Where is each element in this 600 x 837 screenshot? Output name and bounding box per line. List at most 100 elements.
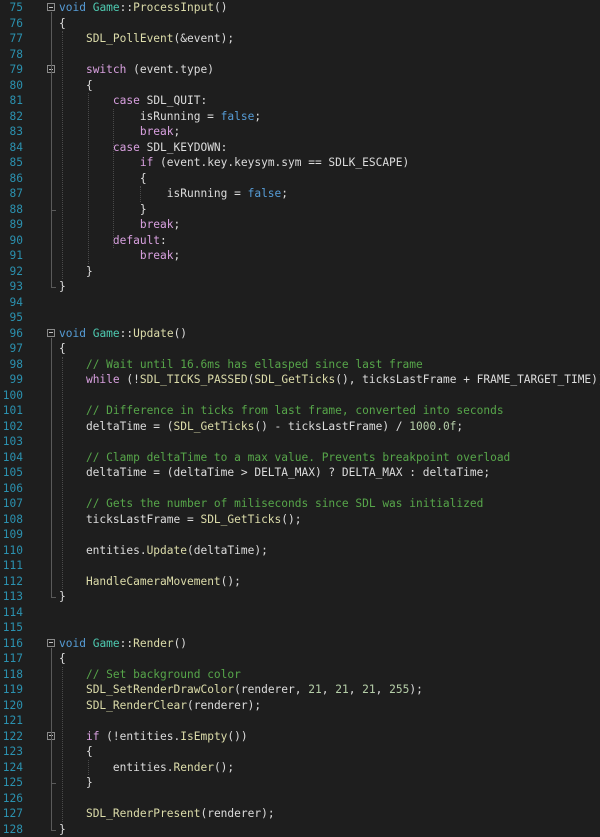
code-token: SDL_KEYDOWN: (139, 140, 228, 154)
code-line[interactable]: 124 entities.Render(); (0, 760, 600, 776)
code-line[interactable]: 80 { (0, 78, 600, 94)
code-line[interactable]: 96 void Game::Update() (0, 326, 600, 342)
code-line[interactable]: 128} (0, 822, 600, 837)
code-line[interactable]: 86 { (0, 171, 600, 187)
code-line[interactable]: 83 break; (0, 124, 600, 140)
code-token: entities. (59, 543, 147, 557)
collapse-toggle-icon[interactable] (47, 3, 55, 11)
code-line[interactable]: 88 } (0, 202, 600, 218)
code-line[interactable]: 110 entities.Update(deltaTime); (0, 543, 600, 559)
code-token: default (112, 233, 161, 247)
code-line[interactable]: 81 case SDL_QUIT: (0, 93, 600, 109)
code-line[interactable]: 120 SDL_RenderClear(renderer); (0, 698, 600, 714)
code-token: if (85, 729, 100, 743)
code-token: entities. (59, 760, 174, 774)
code-token: Game (92, 1, 120, 14)
code-line[interactable]: 91 break; (0, 248, 600, 264)
code-token: SDL_GetTicks (254, 373, 336, 386)
code-line[interactable]: 84 case SDL_KEYDOWN: (0, 140, 600, 156)
code-token: (deltaTime); (186, 543, 268, 557)
code-line[interactable]: 125 } (0, 775, 600, 791)
code-line[interactable]: 77 SDL_PollEvent(&event); (0, 31, 600, 47)
code-text: SDL_RenderPresent(renderer); (59, 806, 275, 822)
code-token: void (59, 636, 86, 650)
line-number: 92 (9, 264, 23, 278)
code-line[interactable]: 115 (0, 620, 600, 636)
collapse-toggle-icon[interactable] (47, 638, 55, 647)
code-token: (); (220, 574, 241, 588)
code-token: break (139, 218, 174, 231)
code-line[interactable]: 126 (0, 791, 600, 807)
code-line[interactable]: 85 if (event.key.keysym.sym == SDLK_ESCA… (0, 155, 600, 171)
code-line[interactable]: 103 (0, 434, 600, 450)
code-line[interactable]: 112 HandleCameraMovement(); (0, 574, 600, 590)
code-token: 1000.0f (409, 419, 457, 433)
code-line[interactable]: 79 switch (event.type) (0, 62, 600, 78)
code-text: while (!SDL_TICKS_PASSED(SDL_GetTicks(),… (59, 372, 600, 388)
code-line[interactable]: 82 isRunning = false; (0, 109, 600, 125)
code-line[interactable]: 116 void Game::Render() (0, 636, 600, 652)
code-line[interactable]: 121 (0, 713, 600, 729)
code-line[interactable]: 127 SDL_RenderPresent(renderer); (0, 806, 600, 822)
code-line[interactable]: 92 } (0, 264, 600, 280)
code-line[interactable]: 99 while (!SDL_TICKS_PASSED(SDL_GetTicks… (0, 372, 600, 388)
code-token: SDL_GetTicks (200, 512, 282, 526)
code-line[interactable]: 113} (0, 589, 600, 605)
collapse-toggle-icon[interactable] (47, 328, 55, 337)
code-line[interactable]: 101 // Difference in ticks from last fra… (0, 403, 600, 419)
line-number: 121 (2, 714, 23, 727)
code-line[interactable]: 75 void Game::ProcessInput() (0, 0, 600, 16)
code-line[interactable]: 87 isRunning = false; (0, 186, 600, 202)
code-line[interactable]: 123 { (0, 744, 600, 760)
code-line[interactable]: 94 (0, 295, 600, 311)
code-line[interactable]: 100 (0, 388, 600, 404)
code-token: { (59, 652, 66, 665)
code-line[interactable]: 76 { (0, 16, 600, 32)
code-line[interactable]: 118 // Set background color (0, 667, 600, 683)
code-line[interactable]: 90 default: (0, 233, 600, 249)
code-token: :: (119, 1, 134, 14)
code-line[interactable]: 102 deltaTime = (SDL_GetTicks() - ticksL… (0, 419, 600, 435)
code-token: (), ticksLastFrame + FRAME_TARGET_TIME))… (335, 373, 600, 386)
code-line[interactable]: 104 // Clamp deltaTime to a max value. P… (0, 450, 600, 466)
code-token: SDL_RenderPresent (85, 807, 201, 820)
code-text: case SDL_QUIT: (59, 93, 207, 109)
code-line[interactable]: 108 ticksLastFrame = SDL_GetTicks(); (0, 512, 600, 528)
code-line[interactable]: 107 // Gets the number of miliseconds si… (0, 496, 600, 512)
code-token: } (59, 822, 66, 836)
code-line[interactable]: 114 (0, 605, 600, 621)
code-token: ProcessInput (133, 1, 214, 14)
code-line[interactable]: 98 // Wait until 16.6ms has ellasped sin… (0, 357, 600, 373)
code-line[interactable]: 95 (0, 310, 600, 326)
line-number: 81 (9, 94, 23, 107)
code-line[interactable]: 119 SDL_SetRenderDrawColor(renderer, 21,… (0, 682, 600, 698)
line-number: 77 (9, 32, 23, 45)
code-line[interactable]: 105 deltaTime = (deltaTime > DELTA_MAX) … (0, 465, 600, 481)
line-number: 93 (9, 280, 23, 293)
code-line[interactable]: 89 break; (0, 217, 600, 233)
code-editor[interactable]: 75 void Game::ProcessInput() 76{77 SDL_Pol… (0, 0, 600, 837)
code-line[interactable]: 122 if (!entities.IsEmpty()) (0, 729, 600, 745)
code-line[interactable]: 117 { (0, 651, 600, 667)
code-line[interactable]: 106 (0, 481, 600, 497)
code-token: ; (254, 109, 262, 123)
line-number: 96 (9, 326, 23, 340)
code-text: { (59, 78, 93, 94)
code-text: void Game::Update() (59, 326, 187, 342)
code-line[interactable]: 93} (0, 279, 600, 295)
code-token: (renderer); (200, 807, 275, 820)
code-line[interactable]: 97 { (0, 341, 600, 357)
code-line[interactable]: 111 (0, 558, 600, 574)
code-text: } (59, 202, 147, 218)
code-line[interactable]: 78 (0, 47, 600, 63)
line-number: 88 (9, 202, 23, 216)
code-line[interactable]: 109 (0, 527, 600, 543)
